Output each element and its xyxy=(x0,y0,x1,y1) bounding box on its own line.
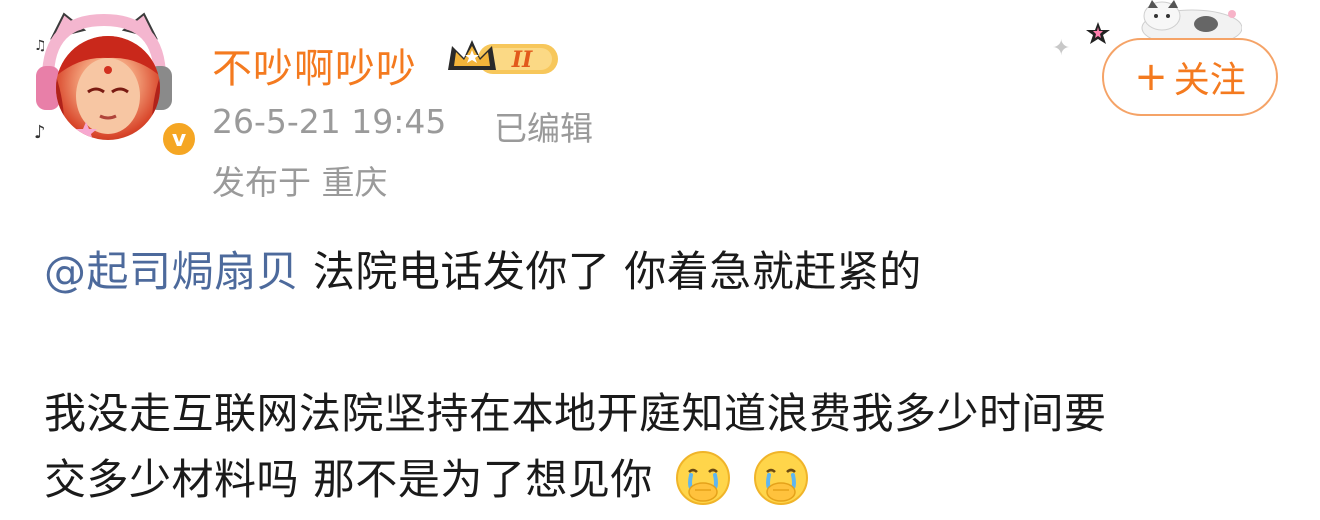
post-location: 发布于 重庆 xyxy=(212,163,388,202)
follow-button[interactable]: + 关注 xyxy=(1102,38,1278,116)
post-text-line: 交多少材料吗 那不是为了想见你 xyxy=(44,446,809,507)
post-text-line: 我没走互联网法院坚持在本地开庭知道浪费我多少时间要 xyxy=(44,380,1107,441)
level-text: II xyxy=(511,47,533,73)
user-name[interactable]: 不吵啊吵吵 xyxy=(212,36,417,94)
svg-text:♫: ♫ xyxy=(34,38,47,54)
post-text-line: @起司焗扇贝 法院电话发你了 你着急就赶紧的 xyxy=(44,238,922,299)
crown-level-badge[interactable]: II xyxy=(444,36,564,80)
plus-icon: + xyxy=(1134,54,1168,100)
avatar[interactable]: ♪ ♫ v xyxy=(34,8,198,158)
crying-covering-mouth-icon xyxy=(753,451,808,505)
crying-covering-mouth-icon xyxy=(675,451,730,505)
svg-text:♪: ♪ xyxy=(34,122,46,143)
post-text: 交多少材料吗 那不是为了想见你 xyxy=(44,455,653,504)
post-text: 我没走互联网法院坚持在本地开庭知道浪费我多少时间要 xyxy=(44,389,1107,438)
post-text: 法院电话发你了 你着急就赶紧的 xyxy=(299,247,922,296)
avatar-image xyxy=(56,36,160,140)
verified-badge-icon: v xyxy=(160,120,198,158)
mention-link[interactable]: @起司焗扇贝 xyxy=(44,247,299,296)
sparkle-icon: ✦ xyxy=(1052,36,1071,61)
post-timestamp: 26-5-21 19:45 xyxy=(212,102,447,141)
edited-label[interactable]: 已编辑 xyxy=(494,102,593,150)
follow-button-label: 关注 xyxy=(1173,60,1246,101)
